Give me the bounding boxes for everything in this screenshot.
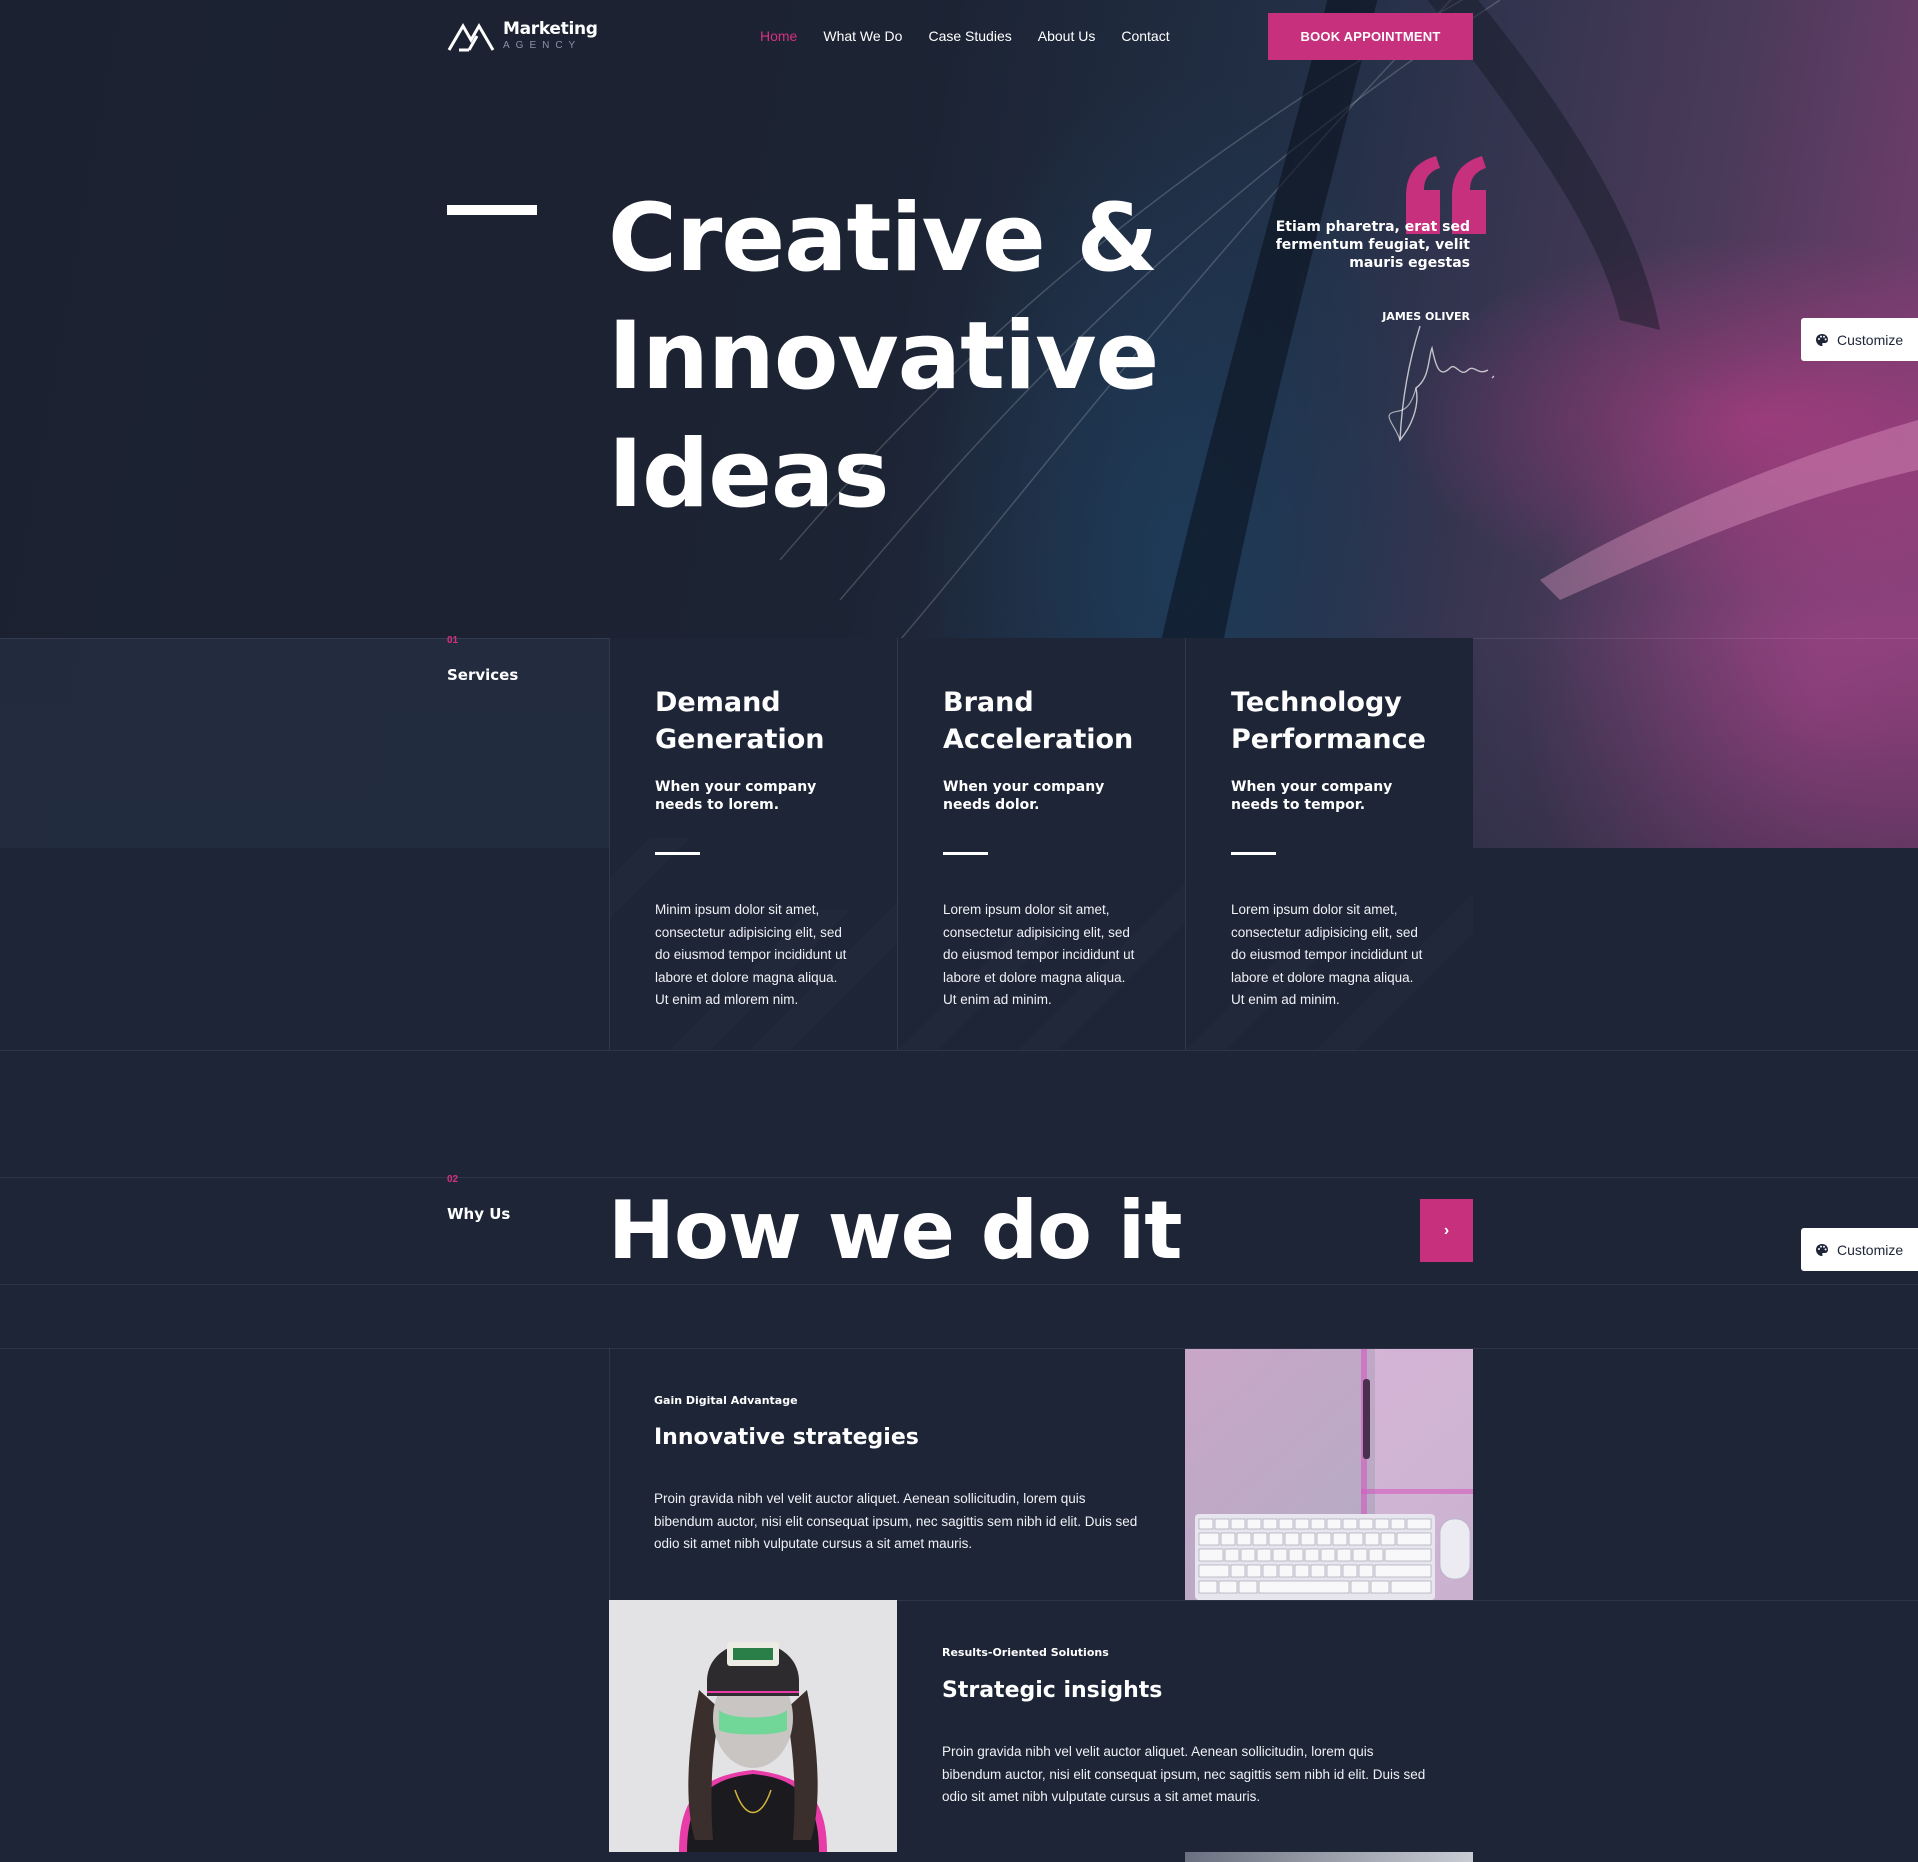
hero-title-line: Ideas [608,420,889,529]
nav-about-us[interactable]: About Us [1038,28,1096,44]
nav-case-studies[interactable]: Case Studies [928,28,1011,44]
section-number: 02 [447,1174,459,1185]
service-card: Brand Acceleration When your company need… [897,638,1185,1050]
service-card: Demand Generation When your company needs… [609,638,897,1050]
service-card: Technology Performance When your company … [1185,638,1473,1050]
nav-what-we-do[interactable]: What We Do [823,28,902,44]
divider [0,1177,1918,1178]
hero-title-line: Innovative [608,302,1159,411]
customize-button[interactable]: Customize [1801,1228,1918,1271]
service-title: Brand Acceleration [943,687,1134,755]
nav-home[interactable]: Home [760,28,797,44]
service-text: Lorem ipsum dolor sit amet, consectetur … [943,902,1135,1007]
service-title: Demand Generation [655,687,825,755]
service-text: Lorem ipsum dolor sit amet, consectetur … [1231,902,1423,1007]
section-label: Why Us [447,1205,511,1223]
divider [0,1284,1918,1285]
customize-label: Customize [1837,1241,1904,1258]
person-photo [609,1600,897,1852]
service-subtitle: When your company needs to lorem. [655,779,817,813]
palette-icon [1816,1243,1828,1256]
chevron-right-icon: › [1443,1221,1450,1239]
divider [0,1348,1918,1349]
palette-icon [1816,333,1828,346]
quote-text: Etiam pharetra, erat sed fermentum feugi… [1275,219,1470,271]
section-label: Services [447,666,519,684]
main-nav: Home What We Do Case Studies About Us Co… [760,28,1170,44]
service-dash [943,852,988,855]
feature-kicker: Results-Oriented Solutions [942,1646,1109,1659]
hero-title: Creative & Innovative Ideas [608,180,1228,534]
services-left-panel [0,638,610,848]
service-title: Technology Performance [1231,687,1426,755]
service-dash [1231,852,1276,855]
service-subtitle: When your company needs dolor. [943,779,1105,813]
feature-text: Proin gravida nibh vel velit auctor aliq… [942,1744,1426,1804]
nav-contact[interactable]: Contact [1121,28,1169,44]
book-appointment-button[interactable]: BOOK APPOINTMENT [1268,13,1473,60]
feature-kicker: Gain Digital Advantage [654,1394,798,1407]
feature-title: Strategic insights [942,1678,1163,1703]
section-title: How we do it [608,1184,1182,1277]
section-number: 01 [447,635,459,646]
hero-title-line: Creative & [608,184,1158,293]
service-text: Minim ipsum dolor sit amet, consectetur … [655,902,847,1007]
next-arrow-button[interactable]: › [1420,1199,1473,1262]
logo[interactable]: Marketing AGENCY [447,20,598,52]
logo-mark-icon [447,23,495,52]
service-subtitle: When your company needs to tempor. [1231,779,1393,813]
service-cards: Demand Generation When your company needs… [609,638,1473,1050]
logo-title: Marketing [503,19,598,39]
divider [0,1050,1918,1051]
customize-button[interactable]: Customize [1801,318,1918,361]
logo-subtitle: AGENCY [503,40,582,51]
divider [897,1600,1918,1601]
service-dash [655,852,700,855]
feature-text: Proin gravida nibh vel velit auctor aliq… [654,1491,1138,1551]
keyboard-photo [1185,1349,1473,1600]
divider [609,1348,610,1600]
next-photo-partial [1185,1852,1473,1862]
hero-dash [447,205,537,215]
customize-label: Customize [1837,331,1904,348]
signature-icon [1388,325,1495,443]
feature-title: Innovative strategies [654,1425,919,1450]
